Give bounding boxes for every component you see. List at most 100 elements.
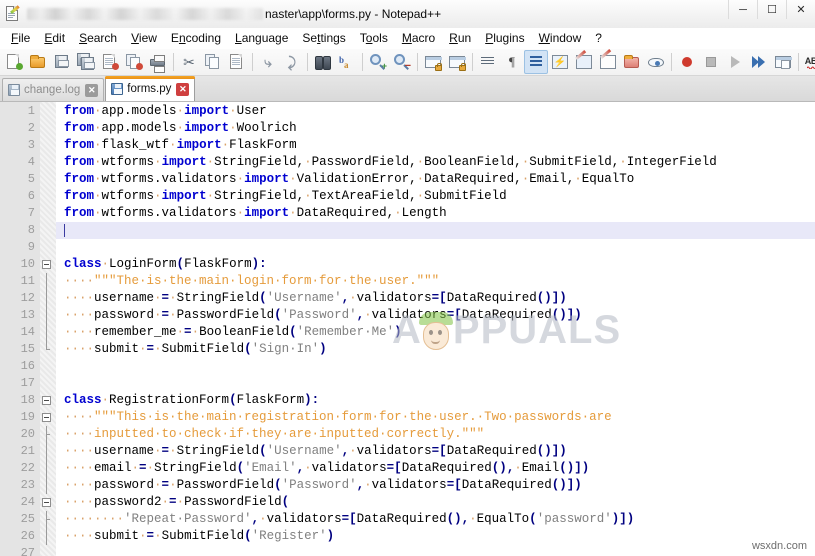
tab-forms-py[interactable]: forms.py ✕ (105, 76, 196, 101)
code-line[interactable] (56, 545, 815, 556)
code-line[interactable]: class·LoginForm(FlaskForm): (56, 256, 815, 273)
sync-vertical-scroll-button[interactable] (421, 50, 445, 74)
code-line[interactable]: ····password·=·PasswordField('Password',… (56, 307, 815, 324)
start-record-macro-button[interactable] (675, 50, 699, 74)
code-line[interactable] (56, 358, 815, 375)
save-macro-button[interactable] (771, 50, 795, 74)
fold-branch-tick (46, 519, 50, 520)
code-line[interactable]: ········'Repeat·Password',·validators=[D… (56, 511, 815, 528)
code-line[interactable] (56, 375, 815, 392)
code-line[interactable]: ····submit·=·SubmitField('Sign·In') (56, 341, 815, 358)
spell-check-button[interactable]: ABC (802, 50, 815, 74)
menu-run[interactable]: Run (442, 30, 478, 46)
paste-button[interactable] (225, 50, 249, 74)
run-macro-multiple-times-button[interactable] (747, 50, 771, 74)
menu-edit[interactable]: Edit (37, 30, 72, 46)
copy-button[interactable] (201, 50, 225, 74)
fold-collapse-icon[interactable] (42, 498, 51, 507)
code-line[interactable]: ····password·=·PasswordField('Password',… (56, 477, 815, 494)
menu-macro[interactable]: Macro (395, 30, 442, 46)
close-all-files-button[interactable] (122, 50, 146, 74)
tab-close-icon[interactable]: ✕ (85, 83, 99, 97)
menu-search[interactable]: Search (72, 30, 124, 46)
code-line[interactable]: from·wtforms·import·StringField,·TextAre… (56, 188, 815, 205)
menu-encoding[interactable]: Encoding (164, 30, 228, 46)
fold-collapse-icon[interactable] (42, 413, 51, 422)
save-button[interactable] (50, 50, 74, 74)
code-line[interactable]: ····submit·=·SubmitField('Register') (56, 528, 815, 545)
notepad-plus-plus-icon (5, 5, 21, 22)
monitoring-button[interactable] (644, 50, 668, 74)
code-line[interactable] (56, 222, 815, 239)
code-line[interactable]: ····"""This·is·the·main·registration·for… (56, 409, 815, 426)
minimize-button[interactable]: ─ (728, 0, 757, 19)
code-line[interactable] (56, 239, 815, 256)
code-line[interactable]: ····remember_me·=·BooleanField('Remember… (56, 324, 815, 341)
play-macro-button[interactable] (723, 50, 747, 74)
fold-collapse-icon[interactable] (42, 260, 51, 269)
close-button[interactable]: ✕ (786, 0, 815, 19)
new-file-button[interactable] (2, 50, 26, 74)
code-line[interactable]: ····email·=·StringField('Email',·validat… (56, 460, 815, 477)
code-token-op: ( (259, 291, 267, 305)
stop-record-macro-button[interactable] (699, 50, 723, 74)
replace-button[interactable]: ba (335, 50, 359, 74)
code-token-kw: import (244, 172, 290, 186)
maximize-button[interactable]: ☐ (757, 0, 786, 19)
code-line[interactable]: ····username·=·StringField('Username',·v… (56, 290, 815, 307)
zoom-in-button[interactable]: + (366, 50, 390, 74)
open-file-button[interactable] (26, 50, 50, 74)
spell-check-icon: ABC (805, 53, 815, 71)
save-all-button[interactable] (74, 50, 98, 74)
fold-cell[interactable] (40, 392, 56, 409)
tab-close-icon[interactable]: ✕ (176, 82, 190, 96)
print-button[interactable] (146, 50, 170, 74)
undo-button[interactable]: ⤷ (256, 50, 280, 74)
code-line[interactable]: from·wtforms.validators·import·Validatio… (56, 171, 815, 188)
code-line[interactable]: from·flask_wtf·import·FlaskForm (56, 137, 815, 154)
show-document-map-button[interactable] (572, 49, 596, 74)
code-line[interactable]: class·RegistrationForm(FlaskForm): (56, 392, 815, 409)
word-wrap-button[interactable] (524, 50, 548, 74)
code-line[interactable]: from·app.models·import·Woolrich (56, 120, 815, 137)
menu-view[interactable]: View (124, 30, 164, 46)
fold-cell (40, 426, 56, 443)
find-button[interactable] (311, 50, 335, 74)
menu-language[interactable]: Language (228, 30, 295, 46)
menu-window[interactable]: Window (532, 30, 589, 46)
code-token-ident: TextAreaField, (311, 189, 417, 203)
code-token-ident: app.models (101, 121, 177, 135)
code-line[interactable]: from·wtforms.validators·import·DataRequi… (56, 205, 815, 222)
fold-margin[interactable] (40, 102, 56, 556)
code-token-dot: · (154, 308, 162, 322)
user-defined-language-button[interactable]: ⚡ (548, 50, 572, 74)
zoom-out-button[interactable]: − (390, 50, 414, 74)
close-file-button[interactable] (98, 50, 122, 74)
code-line[interactable]: ····inputted·to·check·if·they·are·inputt… (56, 426, 815, 443)
code-text-area[interactable]: from·app.models·import·User from·app.mode… (56, 102, 815, 556)
editor-area[interactable]: 1 2 3 4 5 6 7 8 9 10 11 12 13 14 15 16 17 18 19 20 21 22 23 24 2… (0, 102, 815, 556)
menu-help[interactable]: ? (588, 30, 609, 46)
menu-tools[interactable]: Tools (353, 30, 395, 46)
fold-collapse-icon[interactable] (42, 396, 51, 405)
code-line[interactable]: ····username·=·StringField('Username',·v… (56, 443, 815, 460)
fold-cell[interactable] (40, 494, 56, 511)
fold-cell[interactable] (40, 409, 56, 426)
redo-button[interactable]: ⤸ (280, 50, 304, 74)
fold-cell[interactable] (40, 256, 56, 273)
show-folder-as-workspace-button[interactable] (620, 50, 644, 74)
menu-file[interactable]: File (4, 30, 37, 46)
word-wrap-button-alt[interactable] (476, 50, 500, 74)
code-token-dot: · (154, 444, 162, 458)
code-line[interactable]: ····"""The·is·the·main·login·form·for·th… (56, 273, 815, 290)
show-function-list-button[interactable] (596, 48, 620, 74)
code-line[interactable]: ····password2·=·PasswordField( (56, 494, 815, 511)
code-line[interactable]: from·wtforms·import·StringField,·Passwor… (56, 154, 815, 171)
show-all-characters-button[interactable]: ¶ (500, 50, 524, 74)
tab-change-log[interactable]: change.log ✕ (2, 78, 105, 101)
menu-plugins[interactable]: Plugins (478, 30, 531, 46)
cut-button[interactable]: ✂ (177, 50, 201, 74)
sync-horizontal-scroll-button[interactable] (445, 50, 469, 74)
code-line[interactable]: from·app.models·import·User (56, 103, 815, 120)
menu-settings[interactable]: Settings (295, 30, 352, 46)
